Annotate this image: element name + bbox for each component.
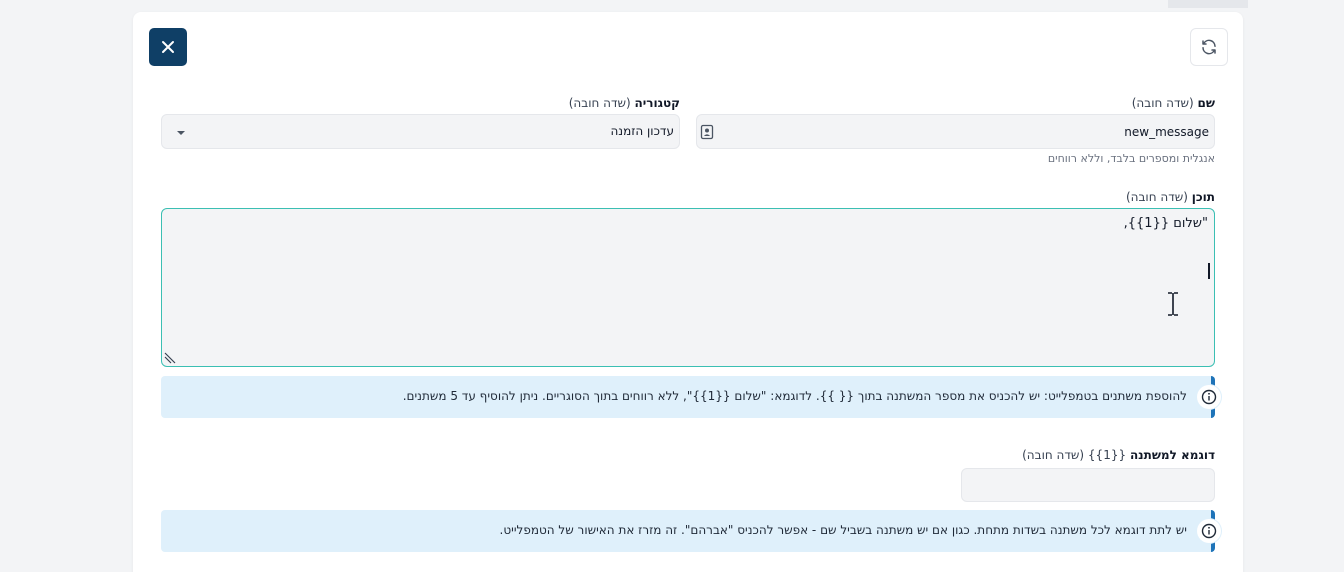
name-input[interactable]: new_message — [696, 114, 1215, 149]
close-button[interactable] — [149, 28, 187, 66]
name-input-value: new_message — [1124, 125, 1209, 139]
category-selected-value: עדכון הזמנה — [610, 124, 674, 138]
content-label: תוכן (שדה חובה) — [1125, 190, 1215, 204]
content-textarea[interactable]: "שלום {{1}}, — [161, 208, 1215, 367]
resize-handle-icon[interactable] — [164, 352, 176, 364]
name-hint: אנגלית ומספרים בלבד, וללא רווחים — [1047, 152, 1215, 165]
category-label: קטגוריה (שדה חובה) — [568, 96, 680, 110]
variables-info-text: להוספת משתנים בטמפלייט: יש להכניס את מספ… — [402, 389, 1187, 403]
example-info-text: יש לתת דוגמא לכל משתנה בשדות מתחת. כגון … — [499, 523, 1187, 537]
info-icon — [1197, 385, 1221, 409]
caret-down-icon — [177, 131, 185, 135]
example-variable-label: דוגמא למשתנה {{1}} (שדה חובה) — [1022, 448, 1215, 462]
variables-info-box: להוספת משתנים בטמפלייט: יש להכניס את מספ… — [161, 376, 1221, 418]
contact-card-icon — [700, 124, 714, 140]
background-strip — [1168, 0, 1248, 8]
category-select[interactable]: עדכון הזמנה — [161, 114, 680, 149]
refresh-button[interactable] — [1190, 28, 1228, 66]
name-label: שם (שדה חובה) — [1131, 96, 1215, 110]
example-variable-input[interactable] — [961, 468, 1215, 502]
ibeam-cursor-icon — [1168, 292, 1178, 316]
refresh-icon — [1202, 39, 1216, 55]
close-icon — [162, 41, 174, 53]
text-caret — [1208, 263, 1210, 279]
info-icon — [1197, 519, 1221, 543]
example-info-box: יש לתת דוגמא לכל משתנה בשדות מתחת. כגון … — [161, 510, 1221, 552]
content-text: "שלום {{1}}, — [1123, 216, 1208, 231]
template-editor-panel: שם (שדה חובה) new_message אנגלית ומספרים… — [133, 12, 1243, 572]
